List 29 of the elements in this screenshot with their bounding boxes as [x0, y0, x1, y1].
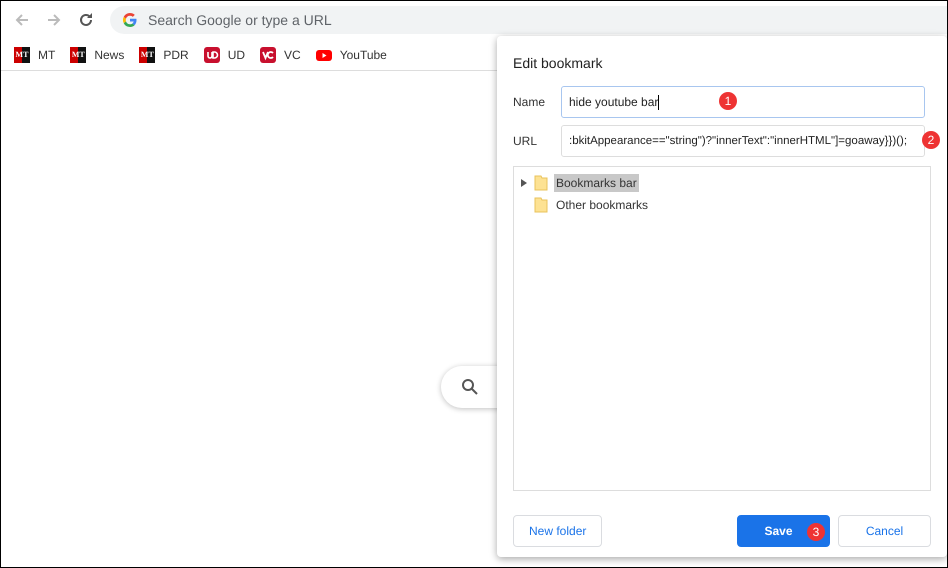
forward-icon[interactable] [46, 12, 62, 28]
dialog-button[interactable]: Cancel [838, 515, 931, 547]
bookmark-item[interactable]: YouTube [316, 46, 387, 62]
address-bar[interactable]: Search Google or type a URL [110, 6, 947, 34]
input-field[interactable]: :bkitAppearance=="string")?"innerText":"innerHTML"]=goaway}})(); [561, 125, 925, 157]
bookmark-item[interactable]: UD [204, 46, 246, 62]
ud-icon [204, 46, 220, 62]
step-marker: 2 [922, 131, 940, 149]
field-label: Name [513, 95, 546, 109]
folder-item[interactable]: Other bookmarks [554, 196, 650, 214]
dialog-button[interactable]: New folder [513, 515, 602, 547]
dialog-title: Edit bookmark [513, 55, 604, 71]
vc-icon [260, 46, 276, 62]
search-icon [461, 378, 479, 396]
expand-arrow-icon[interactable] [520, 179, 528, 187]
folder-icon [534, 197, 548, 213]
address-placeholder: Search Google or type a URL [148, 12, 332, 28]
save-button[interactable]: Save 3 [737, 515, 830, 547]
reload-icon[interactable] [78, 12, 94, 28]
step-marker: 1 [719, 92, 737, 110]
folder-icon [534, 175, 548, 191]
back-icon[interactable] [14, 12, 30, 28]
google-icon [122, 12, 138, 28]
folder-item[interactable]: Bookmarks bar [554, 174, 639, 192]
field-label: URL [513, 134, 538, 148]
step-marker: 3 [807, 523, 825, 541]
bookmark-item[interactable]: VC [260, 46, 301, 62]
bookmark-item[interactable]: MT MT [14, 46, 56, 62]
mt-icon: MT [14, 46, 30, 62]
